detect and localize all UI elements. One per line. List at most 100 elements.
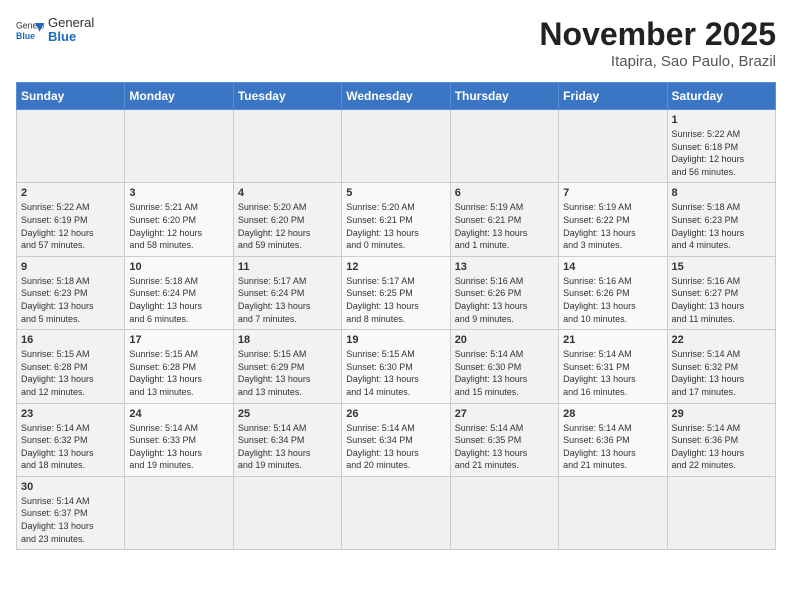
weekday-header-tuesday: Tuesday — [233, 83, 341, 110]
logo-general: General — [48, 15, 94, 30]
day-number: 29 — [672, 408, 771, 420]
calendar-day-cell — [450, 476, 558, 549]
day-info: Sunrise: 5:18 AM Sunset: 6:23 PM Dayligh… — [21, 275, 120, 325]
calendar-day-cell — [233, 476, 341, 549]
calendar-day-cell: 23Sunrise: 5:14 AM Sunset: 6:32 PM Dayli… — [17, 403, 125, 476]
day-info: Sunrise: 5:22 AM Sunset: 6:18 PM Dayligh… — [672, 128, 771, 178]
day-number: 12 — [346, 261, 445, 273]
logo-blue: Blue — [48, 29, 76, 44]
calendar-day-cell: 11 Sunrise: 5:17 AM Sunset: 6:24 PM Dayli… — [233, 256, 341, 329]
day-info: Sunrise: 5:14 AM Sunset: 6:37 PM Dayligh… — [21, 495, 120, 545]
calendar-day-cell: 29 Sunrise: 5:14 AM Sunset: 6:36 PM Dayli… — [667, 403, 775, 476]
calendar-day-cell: 17Sunrise: 5:15 AM Sunset: 6:28 PM Dayli… — [125, 330, 233, 403]
calendar-day-cell: 7Sunrise: 5:19 AM Sunset: 6:22 PM Daylig… — [559, 183, 667, 256]
svg-text:Blue: Blue — [16, 31, 35, 41]
day-info: Sunrise: 5:14 AM Sunset: 6:30 PM Dayligh… — [455, 348, 554, 398]
weekday-header-monday: Monday — [125, 83, 233, 110]
day-number: 18 — [238, 334, 337, 346]
day-info: Sunrise: 5:19 AM Sunset: 6:21 PM Dayligh… — [455, 201, 554, 251]
weekday-header-thursday: Thursday — [450, 83, 558, 110]
day-number: 7 — [563, 187, 662, 199]
day-number: 20 — [455, 334, 554, 346]
page-header: General Blue General Blue November 2025 … — [16, 16, 776, 70]
day-info: Sunrise: 5:14 AM Sunset: 6:36 PM Dayligh… — [672, 422, 771, 472]
title-block: November 2025 Itapira, Sao Paulo, Brazil — [539, 16, 776, 70]
calendar-day-cell — [125, 110, 233, 183]
logo: General Blue General Blue — [16, 16, 94, 45]
weekday-header-row: SundayMondayTuesdayWednesdayThursdayFrid… — [17, 83, 776, 110]
day-number: 10 — [129, 261, 228, 273]
day-number: 9 — [21, 261, 120, 273]
day-number: 6 — [455, 187, 554, 199]
calendar-day-cell — [667, 476, 775, 549]
calendar-day-cell — [233, 110, 341, 183]
day-info: Sunrise: 5:16 AM Sunset: 6:26 PM Dayligh… — [455, 275, 554, 325]
calendar-day-cell: 22Sunrise: 5:14 AM Sunset: 6:32 PM Dayli… — [667, 330, 775, 403]
calendar-day-cell: 1 Sunrise: 5:22 AM Sunset: 6:18 PM Daylig… — [667, 110, 775, 183]
day-number: 25 — [238, 408, 337, 420]
calendar-day-cell: 10Sunrise: 5:18 AM Sunset: 6:24 PM Dayli… — [125, 256, 233, 329]
calendar-day-cell: 12 Sunrise: 5:17 AM Sunset: 6:25 PM Dayli… — [342, 256, 450, 329]
calendar-day-cell — [125, 476, 233, 549]
calendar-day-cell — [559, 476, 667, 549]
day-number: 24 — [129, 408, 228, 420]
day-info: Sunrise: 5:14 AM Sunset: 6:31 PM Dayligh… — [563, 348, 662, 398]
calendar-day-cell — [342, 110, 450, 183]
calendar-table: SundayMondayTuesdayWednesdayThursdayFrid… — [16, 82, 776, 550]
calendar-day-cell: 13Sunrise: 5:16 AM Sunset: 6:26 PM Dayli… — [450, 256, 558, 329]
day-info: Sunrise: 5:14 AM Sunset: 6:33 PM Dayligh… — [129, 422, 228, 472]
day-number: 4 — [238, 187, 337, 199]
calendar-week-row: 30 Sunrise: 5:14 AM Sunset: 6:37 PM Dayli… — [17, 476, 776, 549]
day-info: Sunrise: 5:17 AM Sunset: 6:24 PM Dayligh… — [238, 275, 337, 325]
day-info: Sunrise: 5:17 AM Sunset: 6:25 PM Dayligh… — [346, 275, 445, 325]
day-info: Sunrise: 5:14 AM Sunset: 6:32 PM Dayligh… — [672, 348, 771, 398]
calendar-week-row: 2 Sunrise: 5:22 AM Sunset: 6:19 PM Daylig… — [17, 183, 776, 256]
day-number: 8 — [672, 187, 771, 199]
day-number: 11 — [238, 261, 337, 273]
calendar-day-cell: 19 Sunrise: 5:15 AM Sunset: 6:30 PM Dayli… — [342, 330, 450, 403]
day-info: Sunrise: 5:14 AM Sunset: 6:34 PM Dayligh… — [346, 422, 445, 472]
weekday-header-friday: Friday — [559, 83, 667, 110]
day-info: Sunrise: 5:14 AM Sunset: 6:36 PM Dayligh… — [563, 422, 662, 472]
weekday-header-sunday: Sunday — [17, 83, 125, 110]
calendar-day-cell: 26Sunrise: 5:14 AM Sunset: 6:34 PM Dayli… — [342, 403, 450, 476]
calendar-week-row: 16 Sunrise: 5:15 AM Sunset: 6:28 PM Dayli… — [17, 330, 776, 403]
calendar-day-cell — [559, 110, 667, 183]
calendar-day-cell: 30 Sunrise: 5:14 AM Sunset: 6:37 PM Dayli… — [17, 476, 125, 549]
day-info: Sunrise: 5:18 AM Sunset: 6:23 PM Dayligh… — [672, 201, 771, 251]
calendar-day-cell — [17, 110, 125, 183]
day-number: 30 — [21, 481, 120, 493]
day-info: Sunrise: 5:22 AM Sunset: 6:19 PM Dayligh… — [21, 201, 120, 251]
calendar-day-cell: 4 Sunrise: 5:20 AM Sunset: 6:20 PM Daylig… — [233, 183, 341, 256]
calendar-day-cell: 15Sunrise: 5:16 AM Sunset: 6:27 PM Dayli… — [667, 256, 775, 329]
day-number: 19 — [346, 334, 445, 346]
day-number: 3 — [129, 187, 228, 199]
logo-icon: General Blue — [16, 16, 44, 44]
calendar-subtitle: Itapira, Sao Paulo, Brazil — [539, 53, 776, 70]
calendar-day-cell — [342, 476, 450, 549]
calendar-day-cell: 28Sunrise: 5:14 AM Sunset: 6:36 PM Dayli… — [559, 403, 667, 476]
calendar-day-cell: 25 Sunrise: 5:14 AM Sunset: 6:34 PM Dayli… — [233, 403, 341, 476]
day-number: 14 — [563, 261, 662, 273]
day-number: 5 — [346, 187, 445, 199]
calendar-week-row: 23Sunrise: 5:14 AM Sunset: 6:32 PM Dayli… — [17, 403, 776, 476]
calendar-day-cell — [450, 110, 558, 183]
day-number: 1 — [672, 114, 771, 126]
day-number: 2 — [21, 187, 120, 199]
day-info: Sunrise: 5:16 AM Sunset: 6:26 PM Dayligh… — [563, 275, 662, 325]
day-info: Sunrise: 5:20 AM Sunset: 6:20 PM Dayligh… — [238, 201, 337, 251]
day-info: Sunrise: 5:15 AM Sunset: 6:28 PM Dayligh… — [21, 348, 120, 398]
calendar-day-cell: 2 Sunrise: 5:22 AM Sunset: 6:19 PM Daylig… — [17, 183, 125, 256]
day-info: Sunrise: 5:15 AM Sunset: 6:28 PM Dayligh… — [129, 348, 228, 398]
calendar-day-cell: 16 Sunrise: 5:15 AM Sunset: 6:28 PM Dayli… — [17, 330, 125, 403]
day-info: Sunrise: 5:14 AM Sunset: 6:34 PM Dayligh… — [238, 422, 337, 472]
calendar-day-cell: 18Sunrise: 5:15 AM Sunset: 6:29 PM Dayli… — [233, 330, 341, 403]
calendar-day-cell: 14 Sunrise: 5:16 AM Sunset: 6:26 PM Dayli… — [559, 256, 667, 329]
calendar-day-cell: 8 Sunrise: 5:18 AM Sunset: 6:23 PM Daylig… — [667, 183, 775, 256]
day-info: Sunrise: 5:14 AM Sunset: 6:35 PM Dayligh… — [455, 422, 554, 472]
calendar-day-cell: 6 Sunrise: 5:19 AM Sunset: 6:21 PM Daylig… — [450, 183, 558, 256]
day-info: Sunrise: 5:15 AM Sunset: 6:30 PM Dayligh… — [346, 348, 445, 398]
calendar-day-cell: 3Sunrise: 5:21 AM Sunset: 6:20 PM Daylig… — [125, 183, 233, 256]
day-number: 23 — [21, 408, 120, 420]
day-number: 16 — [21, 334, 120, 346]
